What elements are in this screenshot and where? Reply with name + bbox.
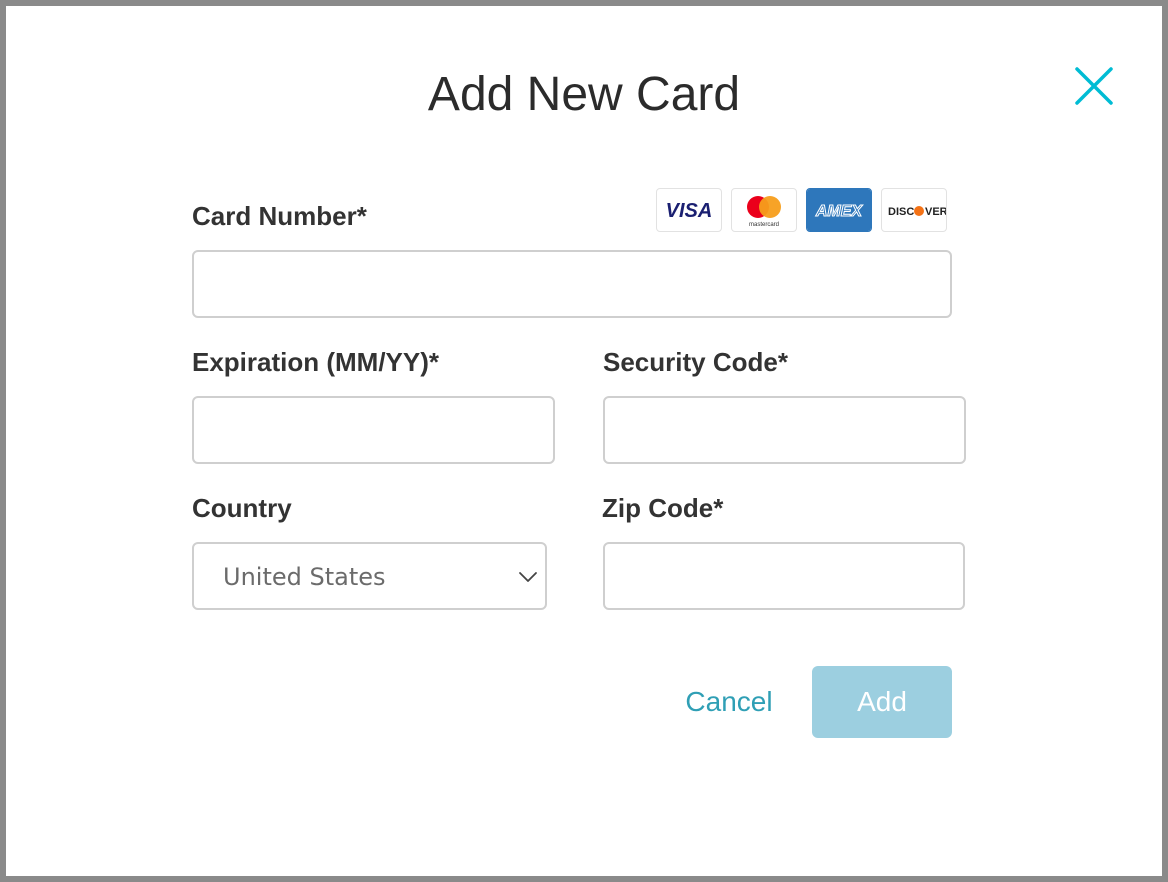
zip-code-input[interactable] — [603, 542, 965, 610]
country-selected-value: United States — [223, 563, 386, 591]
visa-logo: VISA — [656, 188, 722, 232]
expiration-label: Expiration (MM/YY)* — [192, 347, 440, 377]
cancel-button[interactable]: Cancel — [674, 680, 784, 724]
discover-logo: DISC VER — [881, 188, 947, 232]
svg-text:VISA: VISA — [666, 200, 713, 222]
svg-text:DISC: DISC — [888, 206, 914, 218]
chevron-down-icon — [517, 566, 539, 588]
zip-code-label: Zip Code* — [602, 493, 724, 523]
svg-text:AMEX: AMEX — [815, 203, 864, 220]
security-code-label: Security Code* — [603, 347, 788, 377]
svg-text:VER: VER — [925, 206, 946, 218]
card-number-label: Card Number* — [192, 201, 367, 231]
mastercard-logo: mastercard — [731, 188, 797, 232]
country-label: Country — [192, 493, 292, 523]
expiration-input[interactable] — [192, 396, 555, 464]
close-icon[interactable] — [1074, 66, 1114, 106]
svg-text:mastercard: mastercard — [749, 222, 779, 228]
country-select[interactable]: United States — [192, 542, 547, 610]
add-card-modal: Add New Card Card Number* VISA mastercar… — [6, 6, 1162, 876]
card-number-input[interactable] — [192, 250, 952, 318]
modal-title: Add New Card — [427, 68, 741, 121]
add-button[interactable]: Add — [812, 666, 952, 738]
amex-logo: AMEX — [806, 188, 872, 232]
security-code-input[interactable] — [603, 396, 966, 464]
